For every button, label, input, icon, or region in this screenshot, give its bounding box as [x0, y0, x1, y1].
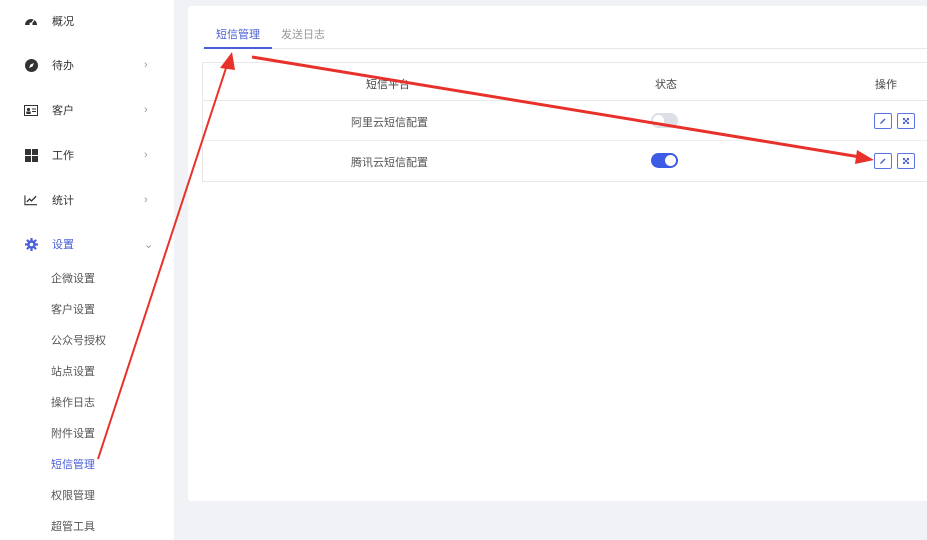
- nav-item-overview[interactable]: 概况: [0, 11, 174, 31]
- tab-send-log[interactable]: 发送日志: [281, 26, 325, 48]
- platform-name: 阿里云短信配置: [351, 117, 428, 129]
- column-header-platform: 短信平台: [366, 79, 410, 91]
- chevron-right-icon: ›: [144, 149, 148, 161]
- nav-item-label: 设置: [52, 239, 74, 251]
- content-card: 短信管理 发送日志 短信平台 状态 操作 阿里云短信配置 腾讯云短信配置: [188, 6, 927, 501]
- nav-item-statistics[interactable]: 统计 ›: [0, 190, 174, 210]
- chevron-right-icon: ›: [144, 194, 148, 206]
- table-row: 阿里云短信配置: [203, 101, 927, 141]
- nav-item-work[interactable]: 工作 ›: [0, 145, 174, 165]
- tab-sms-management[interactable]: 短信管理: [204, 26, 272, 49]
- status-toggle[interactable]: [651, 153, 678, 168]
- table-header: 短信平台 状态 操作: [203, 63, 927, 101]
- compass-icon: [24, 58, 38, 72]
- expand-arrows-icon: [903, 118, 909, 124]
- sub-item-operation-log[interactable]: 操作日志: [51, 395, 95, 411]
- toggle-knob: [653, 115, 664, 126]
- sms-platform-table: 短信平台 状态 操作 阿里云短信配置 腾讯云短信配置: [202, 62, 927, 182]
- edit-button[interactable]: [874, 113, 892, 129]
- nav-item-label: 待办: [52, 60, 74, 72]
- table-row: 腾讯云短信配置: [203, 141, 927, 181]
- grid-icon: [24, 148, 38, 162]
- column-header-actions: 操作: [875, 79, 897, 91]
- sub-item-official-account-auth[interactable]: 公众号授权: [51, 333, 106, 349]
- sidebar: 概况 待办 › 客户 › 工作 › 统计 › 设置 ⌄ 企微设置 客户设置 公众…: [0, 0, 174, 540]
- pencil-icon: [880, 118, 886, 124]
- nav-item-label: 概况: [52, 16, 74, 28]
- toggle-knob: [665, 155, 676, 166]
- tab-bar: 短信管理 发送日志: [202, 20, 927, 49]
- chevron-right-icon: ›: [144, 59, 148, 71]
- nav-item-todo[interactable]: 待办 ›: [0, 55, 174, 75]
- sub-item-super-admin-tools[interactable]: 超管工具: [51, 519, 95, 535]
- status-toggle[interactable]: [651, 113, 678, 128]
- pencil-icon: [880, 158, 886, 164]
- sub-item-wecom-settings[interactable]: 企微设置: [51, 271, 95, 287]
- chevron-down-icon: ⌄: [144, 238, 154, 251]
- column-header-status: 状态: [655, 79, 677, 91]
- nav-item-customer[interactable]: 客户 ›: [0, 100, 174, 120]
- contact-card-icon: [24, 103, 38, 117]
- expand-button[interactable]: [897, 113, 915, 129]
- gear-icon: [24, 237, 38, 251]
- sub-item-sms-management[interactable]: 短信管理: [51, 457, 95, 473]
- chevron-right-icon: ›: [144, 104, 148, 116]
- expand-button[interactable]: [897, 153, 915, 169]
- nav-item-label: 统计: [52, 195, 74, 207]
- sub-item-site-settings[interactable]: 站点设置: [51, 364, 95, 380]
- sub-item-customer-settings[interactable]: 客户设置: [51, 302, 95, 318]
- sub-item-attachment-settings[interactable]: 附件设置: [51, 426, 95, 442]
- nav-item-settings[interactable]: 设置 ⌄: [0, 234, 174, 254]
- edit-button[interactable]: [874, 153, 892, 169]
- nav-item-label: 工作: [52, 150, 74, 162]
- sub-item-permission-management[interactable]: 权限管理: [51, 488, 95, 504]
- nav-item-label: 客户: [52, 105, 74, 117]
- platform-name: 腾讯云短信配置: [351, 157, 428, 169]
- expand-arrows-icon: [903, 158, 909, 164]
- dashboard-icon: [24, 14, 38, 28]
- line-chart-icon: [24, 193, 38, 207]
